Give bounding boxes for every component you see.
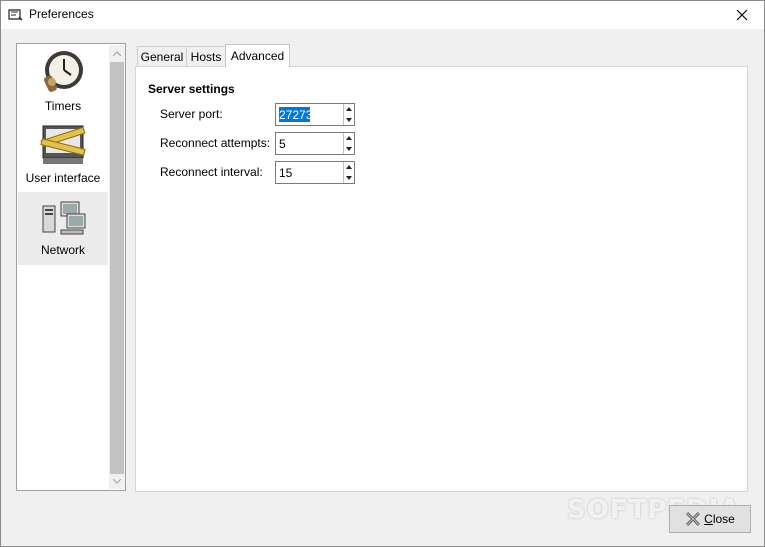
arrow-up-icon bbox=[346, 165, 352, 169]
arrow-up-icon bbox=[346, 107, 352, 111]
scroll-up-button[interactable] bbox=[109, 45, 125, 61]
monitor-ruler-icon bbox=[40, 125, 86, 164]
sidebar-item-network[interactable]: Network bbox=[18, 192, 108, 265]
spin-buttons bbox=[343, 162, 354, 183]
window-close-button[interactable] bbox=[720, 1, 764, 29]
advanced-panel: Server settings Server port: Reconnect a… bbox=[135, 66, 748, 492]
sidebar-item-label: Timers bbox=[44, 99, 82, 113]
spin-buttons bbox=[343, 133, 354, 154]
arrow-down-icon bbox=[346, 118, 352, 122]
server-port-input[interactable] bbox=[279, 107, 310, 122]
tab-hosts[interactable]: Hosts bbox=[186, 46, 226, 66]
arrow-up-icon bbox=[346, 136, 352, 140]
close-button[interactable]: Close bbox=[669, 505, 751, 533]
spin-up-button[interactable] bbox=[344, 104, 354, 114]
reconnect-attempts-input[interactable] bbox=[279, 136, 341, 151]
preferences-window: Preferences Timers User interface Networ… bbox=[0, 0, 765, 547]
server-port-spinner bbox=[275, 103, 355, 126]
app-icon bbox=[7, 7, 23, 23]
section-title: Server settings bbox=[148, 82, 235, 96]
network-computers-icon bbox=[42, 201, 86, 235]
sidebar-item-label: Network bbox=[40, 243, 85, 257]
scroll-thumb[interactable] bbox=[110, 62, 124, 474]
reconnect-interval-input[interactable] bbox=[279, 165, 341, 180]
stopwatch-icon bbox=[43, 51, 83, 92]
close-button-label: Close bbox=[704, 512, 735, 526]
spin-down-button[interactable] bbox=[344, 173, 354, 183]
sidebar-item-timers[interactable]: Timers bbox=[18, 44, 108, 117]
arrow-down-icon bbox=[346, 147, 352, 151]
spin-buttons bbox=[343, 104, 354, 125]
server-port-label: Server port: bbox=[160, 107, 223, 121]
close-icon bbox=[736, 9, 748, 21]
reconnect-interval-spinner bbox=[275, 161, 355, 184]
close-x-icon bbox=[686, 511, 701, 527]
arrow-down-icon bbox=[346, 176, 352, 180]
category-sidebar: Timers User interface Network bbox=[16, 43, 126, 491]
spin-down-button[interactable] bbox=[344, 115, 354, 125]
spin-up-button[interactable] bbox=[344, 162, 354, 172]
tab-advanced[interactable]: Advanced bbox=[225, 44, 290, 67]
window-title: Preferences bbox=[29, 7, 94, 21]
sidebar-item-user-interface[interactable]: User interface bbox=[18, 118, 108, 191]
spin-down-button[interactable] bbox=[344, 144, 354, 154]
sidebar-item-label: User interface bbox=[25, 171, 101, 185]
tab-general[interactable]: General bbox=[137, 46, 187, 66]
chevron-up-icon bbox=[113, 50, 121, 56]
sidebar-scrollbar[interactable] bbox=[109, 45, 125, 489]
reconnect-attempts-spinner bbox=[275, 132, 355, 155]
scroll-down-button[interactable] bbox=[109, 473, 125, 489]
title-bar: Preferences bbox=[1, 1, 764, 29]
spin-up-button[interactable] bbox=[344, 133, 354, 143]
reconnect-attempts-label: Reconnect attempts: bbox=[160, 136, 271, 150]
reconnect-interval-label: Reconnect interval: bbox=[160, 165, 263, 179]
chevron-down-icon bbox=[113, 478, 121, 484]
